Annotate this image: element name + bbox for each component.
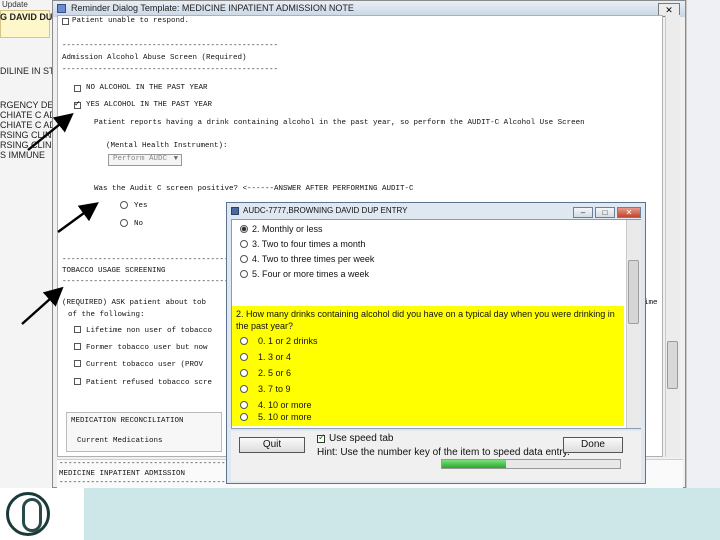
drinks-option-label: 1. 3 or 4	[258, 352, 292, 362]
drinks-radio[interactable]	[240, 337, 248, 345]
arrow-icon	[27, 112, 74, 151]
close-button[interactable]: ✕	[617, 207, 641, 218]
drinks-radio[interactable]	[240, 369, 248, 377]
scrollbar-thumb[interactable]	[628, 260, 639, 324]
progress-fill	[442, 460, 506, 468]
drinks-option-label: 3. 7 to 9	[258, 384, 291, 394]
drinks-option-label: 4. 10 or more	[258, 400, 312, 410]
minimize-button[interactable]: –	[573, 207, 593, 218]
window-icon	[231, 207, 239, 215]
frequency-radio[interactable]	[240, 225, 248, 233]
audc-window-title: AUDC-7777,BROWNING DAVID DUP ENTRY	[243, 206, 408, 215]
use-speed-tab-label: Use speed tab	[329, 433, 394, 444]
frequency-option-label: 3. Two to four times a month	[252, 239, 366, 249]
drinks-option-label: 5. 10 or more	[258, 412, 312, 422]
audc-footer: Quit Use speed tab Hint: Use the number …	[231, 431, 641, 481]
frequency-radio[interactable]	[240, 240, 248, 248]
arrow-icon	[57, 202, 99, 233]
arrow-icon	[21, 286, 64, 325]
current-question-panel: 2. How many drinks containing alcohol di…	[232, 306, 624, 426]
audc-vertical-scrollbar[interactable]	[626, 220, 641, 428]
drinks-option-label: 0. 1 or 2 drinks	[258, 336, 318, 346]
drinks-radio[interactable]	[240, 413, 248, 421]
frequency-option-label: 2. Monthly or less	[252, 224, 323, 234]
frequency-option-label: 5. Four or more times a week	[252, 269, 370, 279]
drinks-radio[interactable]	[240, 353, 248, 361]
audc-questions-area[interactable]: 2. Monthly or less 3. Two to four times …	[231, 219, 641, 429]
maximize-button[interactable]: □	[595, 207, 615, 218]
drinks-radio[interactable]	[240, 401, 248, 409]
drinks-option-label: 2. 5 or 6	[258, 368, 292, 378]
audc-titlebar[interactable]: AUDC-7777,BROWNING DAVID DUP ENTRY – □ ✕	[227, 203, 645, 219]
quit-button[interactable]: Quit	[239, 437, 305, 453]
use-speed-tab-checkbox[interactable]	[317, 432, 326, 443]
frequency-radio[interactable]	[240, 255, 248, 263]
progress-bar	[441, 459, 621, 469]
hint-text: Hint: Use the number key of the item to …	[317, 447, 570, 458]
drinks-radio[interactable]	[240, 385, 248, 393]
done-button[interactable]: Done	[563, 437, 623, 453]
question-text: 2. How many drinks containing alcohol di…	[236, 309, 615, 331]
frequency-option-label: 4. Two to three times per week	[252, 254, 375, 264]
audc-dialog-window: AUDC-7777,BROWNING DAVID DUP ENTRY – □ ✕…	[226, 202, 646, 484]
frequency-radio[interactable]	[240, 270, 248, 278]
